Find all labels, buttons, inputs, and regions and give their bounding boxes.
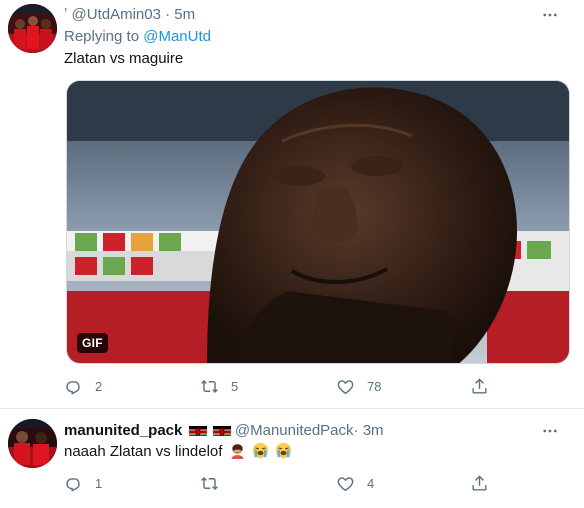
tweet-text-row: naaah Zlatan vs lindelof — [64, 442, 292, 465]
replying-to-handle[interactable]: @ManUtd — [143, 28, 211, 45]
more-icon — [543, 13, 557, 17]
reply-button[interactable]: 1 — [64, 471, 102, 495]
share-icon — [472, 474, 487, 491]
more-button[interactable] — [538, 421, 562, 441]
tweet-text: Zlatan vs maguire — [64, 50, 184, 67]
like-button[interactable]: 4 — [336, 471, 374, 495]
display-name[interactable]: ʼ — [64, 6, 67, 23]
retweet-count: 5 — [231, 378, 239, 394]
heart-icon — [337, 379, 354, 394]
like-count: 4 — [367, 475, 375, 491]
retweet-button[interactable]: 5 — [200, 374, 238, 398]
tweet-1[interactable]: ʼ @UtdAmin03 · 5m Replying to @ManUtd Zl… — [0, 0, 584, 409]
replying-to: Replying to @ManUtd — [64, 27, 211, 47]
display-name[interactable]: manunited_pack — [64, 422, 182, 439]
tweet-header: manunited_pack @ManunitedPack· 3m — [64, 421, 384, 441]
tweet-actions: 1 4 — [64, 471, 564, 495]
person-facepalming-icon — [229, 442, 246, 465]
avatar-image — [8, 419, 57, 468]
like-count: 78 — [367, 378, 382, 394]
separator: · — [353, 422, 359, 439]
gif-media[interactable]: GIF — [66, 80, 570, 364]
gif-image — [67, 81, 569, 363]
share-button[interactable] — [470, 374, 489, 398]
reply-button[interactable]: 2 — [64, 374, 102, 398]
reply-icon — [66, 380, 80, 394]
gif-badge: GIF — [77, 333, 108, 353]
separator: · — [165, 6, 171, 23]
more-icon — [543, 429, 557, 433]
user-handle[interactable]: @UtdAmin03 — [72, 6, 161, 23]
retweet-button[interactable] — [200, 471, 231, 495]
avatar[interactable] — [8, 4, 57, 53]
reply-count: 1 — [95, 475, 103, 491]
avatar[interactable] — [8, 419, 57, 468]
tweet-2[interactable]: manunited_pack @ManunitedPack· 3m naaah … — [0, 409, 584, 508]
share-button[interactable] — [470, 471, 489, 495]
avatar-image — [8, 4, 57, 53]
tweet-header: ʼ @UtdAmin03 · 5m — [64, 5, 195, 25]
user-handle[interactable]: @ManunitedPack — [235, 422, 354, 439]
tweet-text: naaah Zlatan vs lindelof — [64, 443, 223, 460]
more-button[interactable] — [538, 5, 562, 25]
kenya-flag-icon — [212, 424, 231, 436]
like-button[interactable]: 78 — [336, 374, 381, 398]
reply-count: 2 — [95, 378, 103, 394]
replying-to-label: Replying to — [64, 28, 140, 45]
share-icon — [472, 377, 487, 394]
loudly-crying-face-icon — [252, 442, 269, 465]
kenya-flag-icon — [188, 424, 207, 436]
heart-icon — [337, 476, 354, 491]
reply-icon — [66, 477, 80, 491]
timestamp[interactable]: 5m — [174, 6, 195, 23]
loudly-crying-face-icon — [275, 442, 292, 465]
timestamp[interactable]: 3m — [363, 422, 384, 439]
retweet-icon — [201, 476, 218, 490]
tweet-actions: 2 5 78 — [64, 374, 564, 398]
retweet-icon — [201, 379, 218, 393]
